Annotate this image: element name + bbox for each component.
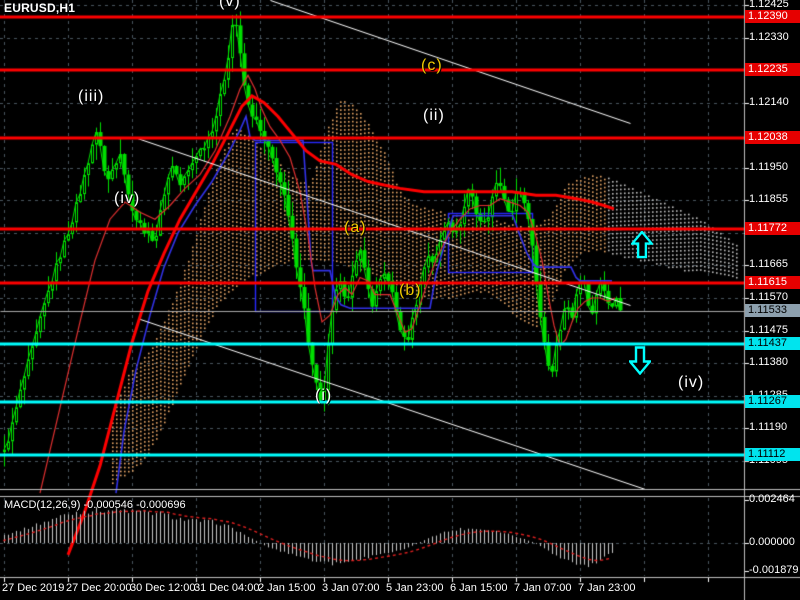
symbol-label: EURUSD,H1	[4, 1, 76, 15]
wave-label-iv[interactable]: (iv)	[678, 374, 704, 392]
price-tick-label: 1.11855	[749, 193, 788, 206]
down-arrow-icon[interactable]	[627, 345, 653, 380]
current-price-tag: 1.11533	[745, 303, 800, 317]
level-price-tag: 1.11112	[745, 447, 800, 461]
macd-scale-label: -0.001879	[749, 564, 799, 576]
time-tick-label: 5 Jan 23:00	[386, 582, 444, 594]
macd-name: MACD(12,26,9)	[4, 499, 81, 511]
macd-indicator-label: MACD(12,26,9) -0.000546 -0.000696	[4, 499, 186, 511]
macd-scale-label: 0.002464	[749, 493, 795, 505]
wave-label-b[interactable]: (b)	[399, 282, 422, 300]
wave-label-v[interactable]: (v)	[219, 0, 241, 11]
level-price-tag: 1.11772	[745, 221, 800, 235]
wave-label-a[interactable]: (a)	[344, 219, 367, 237]
price-tick-label: 1.11570	[749, 290, 788, 303]
macd-value: -0.000546	[83, 499, 134, 511]
level-price-tag: 1.12038	[745, 130, 800, 144]
level-price-tag: 1.12235	[745, 63, 800, 77]
price-tick-label: 1.12140	[749, 95, 789, 108]
level-price-tag: 1.11437	[745, 336, 800, 350]
wave-label-iii[interactable]: (iii)	[78, 88, 104, 106]
up-arrow-icon[interactable]	[629, 230, 655, 264]
price-tick-label: 1.11475	[749, 323, 788, 336]
price-tick-label: 1.11190	[749, 421, 788, 434]
wave-label-c[interactable]: (c)	[421, 57, 443, 75]
time-tick-label: 7 Jan 23:00	[578, 582, 636, 594]
level-price-tag: 1.11267	[745, 394, 800, 408]
time-tick-label: 3 Jan 07:00	[322, 582, 380, 594]
price-tick-label: 1.11665	[749, 258, 788, 271]
price-tick-label: 1.12330	[749, 30, 789, 43]
time-tick-label: 27 Dec 2019	[2, 582, 65, 594]
time-tick-label: 30 Dec 12:00	[130, 582, 196, 594]
price-tick-label: 1.12425	[749, 0, 789, 11]
time-tick-label: 27 Dec 20:00	[66, 582, 132, 594]
mt4-chart-window: { "symbol_label": "EURUSD,H1", "indicato…	[0, 0, 800, 600]
wave-label-i[interactable]: (i)	[315, 387, 332, 405]
time-tick-label: 6 Jan 15:00	[450, 582, 508, 594]
wave-label-ii[interactable]: (ii)	[423, 107, 445, 125]
macd-scale-label: 0.000000	[749, 536, 795, 548]
level-price-tag: 1.12390	[745, 10, 800, 24]
time-tick-label: 31 Dec 04:00	[194, 582, 260, 594]
macd-signal-value: -0.000696	[136, 499, 186, 511]
price-tick-label: 1.11950	[749, 160, 788, 173]
wave-label-iv[interactable]: (iv)	[114, 190, 140, 208]
time-tick-label: 7 Jan 07:00	[514, 582, 572, 594]
level-price-tag: 1.11615	[745, 275, 800, 289]
time-tick-label: 2 Jan 15:00	[258, 582, 316, 594]
price-tick-label: 1.11380	[749, 356, 788, 369]
